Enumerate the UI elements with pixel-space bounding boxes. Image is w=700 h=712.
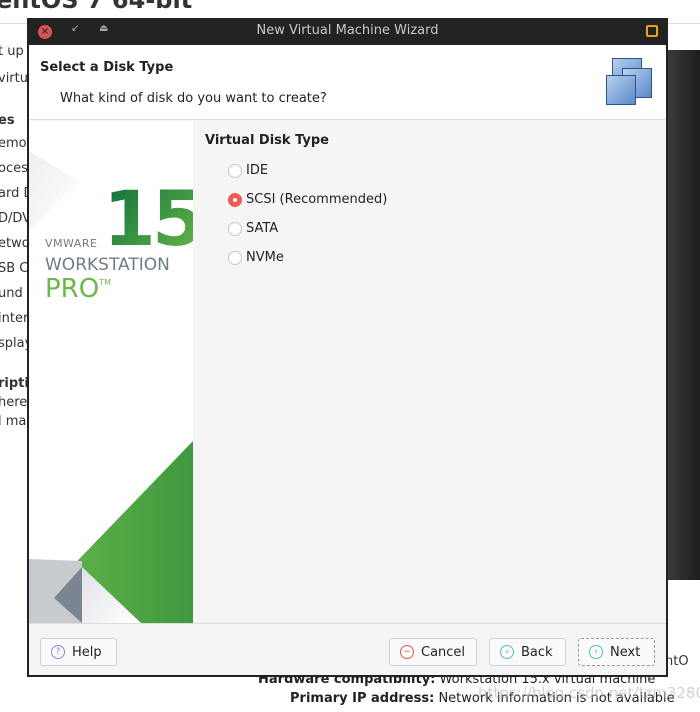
background-text-fragment: t up bbox=[0, 44, 24, 59]
disk-type-heading: Virtual Disk Type bbox=[205, 133, 330, 148]
radio-button[interactable] bbox=[228, 250, 242, 265]
background-text-fragment: oces bbox=[0, 161, 28, 176]
chevron-right-icon: › bbox=[589, 645, 603, 659]
next-button[interactable]: › Next bbox=[578, 638, 655, 666]
wizard-header: Select a Disk Type What kind of disk do … bbox=[29, 45, 666, 120]
background-console-preview bbox=[668, 50, 700, 580]
product-logo: WORKSTATION bbox=[45, 255, 170, 275]
trademark: TM bbox=[99, 278, 112, 287]
background-text-fragment: etwo bbox=[0, 236, 30, 251]
back-label: Back bbox=[521, 644, 553, 660]
radio-label: SATA bbox=[246, 221, 279, 236]
background-text-fragment: und bbox=[0, 286, 23, 301]
title-bar[interactable]: × ↙ ⏏ New Virtual Machine Wizard bbox=[29, 18, 666, 45]
restore-icon[interactable] bbox=[646, 25, 658, 37]
cancel-label: Cancel bbox=[421, 644, 466, 660]
background-vm-title: entOS 7 64-bit bbox=[0, 0, 193, 14]
branding-panel: 15 VMWARE WORKSTATION PROTM bbox=[29, 121, 193, 623]
radio-label: NVMe bbox=[246, 250, 284, 265]
edition-logo: PROTM bbox=[45, 274, 111, 304]
ip-label: Primary IP address: bbox=[290, 691, 435, 706]
radio-option-scsi[interactable]: SCSI (Recommended) bbox=[205, 185, 387, 214]
background-text-fragment: here bbox=[0, 395, 28, 410]
disk-type-group: Virtual Disk Type IDE SCSI (Recommended) S… bbox=[205, 133, 387, 272]
cancel-icon: − bbox=[400, 645, 414, 659]
radio-label: SCSI (Recommended) bbox=[246, 192, 388, 207]
cancel-button[interactable]: − Cancel bbox=[389, 638, 477, 666]
background-text-fragment: virtu bbox=[0, 71, 28, 86]
background-text-fragment: l ma bbox=[0, 414, 27, 429]
radio-label: IDE bbox=[246, 163, 269, 178]
next-label: Next bbox=[610, 644, 641, 660]
disks-icon bbox=[606, 58, 654, 108]
wizard-window: × ↙ ⏏ New Virtual Machine Wizard Select … bbox=[27, 18, 668, 677]
vendor-logo: VMWARE bbox=[45, 237, 98, 250]
page-title: Select a Disk Type bbox=[40, 60, 174, 75]
help-label: Help bbox=[72, 644, 102, 660]
radio-button[interactable] bbox=[228, 192, 242, 207]
radio-button[interactable] bbox=[228, 221, 242, 236]
edition-text: PRO bbox=[45, 274, 100, 304]
help-button[interactable]: ? Help bbox=[40, 638, 117, 666]
page-subtitle: What kind of disk do you want to create? bbox=[60, 91, 327, 106]
radio-option-sata[interactable]: SATA bbox=[205, 214, 387, 243]
chevron-left-icon: ‹ bbox=[500, 645, 514, 659]
watermark: https://blog.csdn.net/tzm3280 bbox=[478, 684, 700, 702]
back-button[interactable]: ‹ Back bbox=[489, 638, 566, 666]
window-title: New Virtual Machine Wizard bbox=[256, 23, 439, 38]
version-logo: 15 bbox=[103, 181, 193, 257]
radio-button[interactable] bbox=[228, 163, 242, 178]
radio-option-nvme[interactable]: NVMe bbox=[205, 243, 387, 272]
background-text-fragment: inter bbox=[0, 311, 29, 326]
radio-option-ide[interactable]: IDE bbox=[205, 156, 387, 185]
background-text-fragment: emo bbox=[0, 136, 27, 151]
button-bar: ? Help − Cancel ‹ Back › Next bbox=[29, 623, 666, 675]
background-text-fragment: es bbox=[0, 113, 15, 128]
help-icon: ? bbox=[51, 645, 65, 659]
